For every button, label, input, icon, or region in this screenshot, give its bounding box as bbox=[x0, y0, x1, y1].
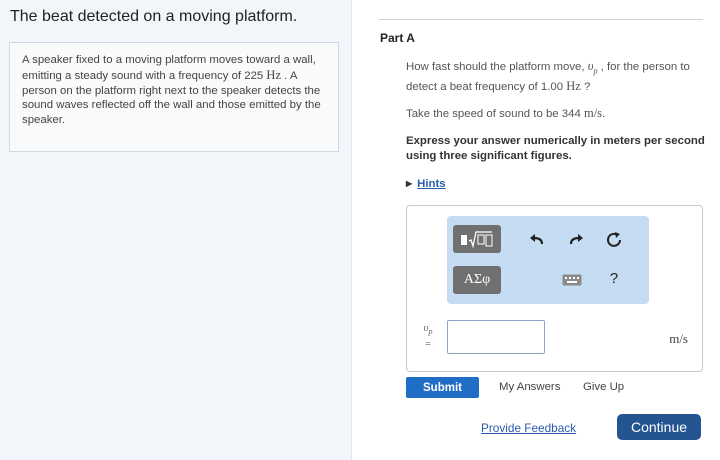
answer-var-sub: p bbox=[428, 327, 433, 337]
problem-pane: The beat detected on a moving platform. … bbox=[0, 0, 352, 460]
speed-text-start: Take the speed of sound to be 344 bbox=[406, 108, 584, 120]
reset-icon[interactable] bbox=[602, 228, 626, 252]
problem-title: The beat detected on a moving platform. bbox=[10, 8, 298, 25]
provide-feedback-link[interactable]: Provide Feedback bbox=[481, 421, 576, 435]
answer-input[interactable] bbox=[447, 320, 545, 354]
question-unit: Hz bbox=[566, 79, 581, 94]
greek-symbols-button[interactable]: ΑΣφ bbox=[453, 266, 501, 294]
answer-instruction: Express your answer numerically in meter… bbox=[406, 135, 705, 162]
help-button[interactable]: ? bbox=[602, 266, 626, 290]
hints-toggle[interactable]: ▶ Hints bbox=[406, 178, 446, 190]
part-pane: Part A How fast should the platform move… bbox=[353, 0, 720, 460]
answer-variable-label: υp = bbox=[417, 322, 439, 351]
question-end: ? bbox=[580, 81, 591, 94]
redo-icon[interactable] bbox=[564, 228, 588, 252]
part-divider bbox=[379, 19, 703, 20]
continue-button[interactable]: Continue bbox=[617, 414, 701, 440]
math-toolbar: ΑΣφ ? bbox=[447, 216, 649, 304]
templates-radical-icon[interactable] bbox=[453, 225, 501, 253]
keyboard-icon[interactable] bbox=[560, 268, 584, 292]
part-label: Part A bbox=[380, 31, 415, 45]
speed-unit: m/s bbox=[583, 106, 603, 120]
speed-of-sound-text: Take the speed of sound to be 344 m/s. bbox=[406, 106, 605, 121]
answer-box: ΑΣφ ? υp = m/s bbox=[406, 205, 703, 372]
submit-button[interactable]: Submit bbox=[406, 377, 479, 398]
question-variable: υp bbox=[588, 59, 598, 76]
triangle-right-icon: ▶ bbox=[406, 179, 413, 188]
question-text: How fast should the platform move, υp , … bbox=[406, 59, 706, 95]
problem-statement: A speaker fixed to a moving platform mov… bbox=[9, 42, 339, 152]
answer-unit: m/s bbox=[669, 331, 688, 346]
equals-sign: = bbox=[424, 338, 432, 351]
speed-text-end: . bbox=[602, 108, 606, 120]
problem-unit-hz: Hz bbox=[266, 67, 281, 82]
my-answers-link[interactable]: My Answers bbox=[499, 381, 560, 393]
question-start: How fast should the platform move, bbox=[406, 61, 588, 73]
give-up-link[interactable]: Give Up bbox=[583, 381, 624, 393]
undo-icon[interactable] bbox=[525, 228, 549, 252]
hints-label: Hints bbox=[417, 178, 446, 190]
